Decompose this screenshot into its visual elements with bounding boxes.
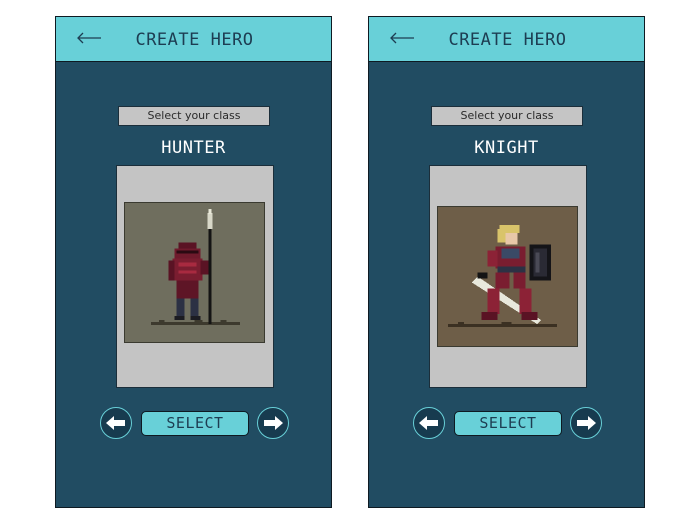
class-name: KNIGHT [474, 138, 539, 158]
arrow-right-icon [577, 416, 596, 430]
arrow-left-icon [106, 416, 125, 430]
knight-sprite-icon [438, 207, 577, 346]
select-class-label: Select your class [118, 106, 270, 126]
select-button[interactable]: SELECT [454, 411, 562, 436]
previous-class-button[interactable] [413, 407, 445, 439]
top-bar: CREATE HERO [369, 17, 644, 62]
page-title: CREATE HERO [135, 30, 254, 50]
arrow-right-icon [264, 416, 283, 430]
hunter-sprite-icon [125, 203, 264, 342]
screen-hunter: CREATE HERO Select your class HUNTER SEL… [55, 16, 332, 508]
hero-card [116, 165, 274, 388]
screen-knight: CREATE HERO Select your class KNIGHT SEL… [368, 16, 645, 508]
arrow-left-icon [419, 416, 438, 430]
select-button[interactable]: SELECT [141, 411, 249, 436]
hunter-portrait [124, 202, 265, 343]
top-bar: CREATE HERO [56, 17, 331, 62]
previous-class-button[interactable] [100, 407, 132, 439]
next-class-button[interactable] [257, 407, 289, 439]
knight-portrait [437, 206, 578, 347]
page-title: CREATE HERO [448, 30, 567, 50]
select-class-label: Select your class [431, 106, 583, 126]
class-name: HUNTER [161, 138, 226, 158]
next-class-button[interactable] [570, 407, 602, 439]
hero-card [429, 165, 587, 388]
